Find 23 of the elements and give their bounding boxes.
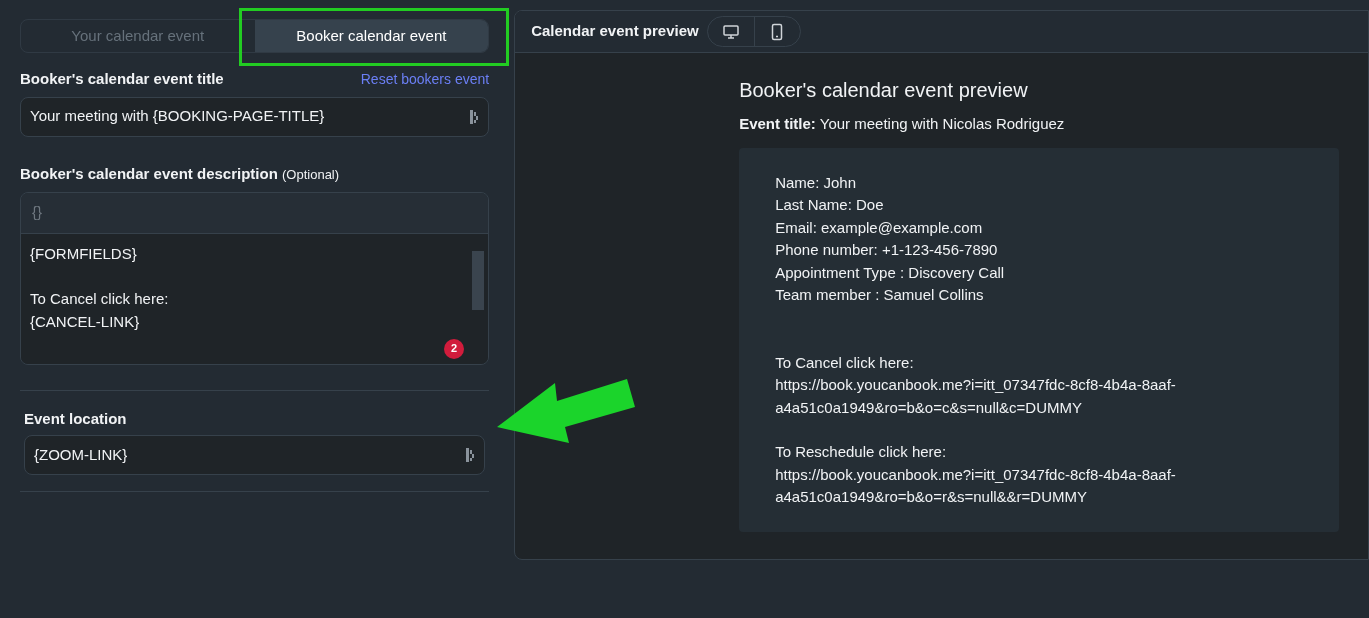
panel-title: Calendar event preview [531, 21, 699, 42]
grip-icon [469, 108, 480, 125]
text-paragraph: To Cancel click here: {CANCEL-LINK} [30, 288, 170, 332]
grip-icon [465, 447, 476, 463]
title-input[interactable]: Your meeting with {BOOKING-PAGE-TITLE} [20, 96, 490, 137]
reset-link[interactable]: Reset bookers event [360, 68, 490, 90]
input-value: {ZOOM-LINK} [34, 444, 128, 465]
error-badge: 2 [444, 338, 465, 359]
event-title-text: Event title: Your meeting with Nicolas Rodriguez [739, 114, 1066, 134]
field-label: Booker's calendar event description (Optional) [20, 164, 340, 182]
scrollbar[interactable] [472, 250, 485, 310]
text-paragraph: To Cancel click here: https://book.youcanbook.me?i=itt_07347fdc-8cf8-4b4a-8aaf- a4a51c0a1949&ro=b&o=c&s=null&c=DUMMY [775, 352, 1177, 418]
text-paragraph: Name: John Last Name: Doe Email: example@example.com Phone number: +1-123-456-7890 Appointment Type : Discovery Call Team member : Samuel Collins [775, 172, 1006, 305]
input-value: Your meeting with {BOOKING-PAGE-TITLE} [30, 106, 325, 127]
field-label: Event location [24, 408, 128, 429]
text-paragraph: {FORMFIELDS} [30, 243, 138, 264]
monitor-icon [721, 22, 740, 41]
description-textarea[interactable]: {FORMFIELDS} To Cancel click here: {CANCEL-LINK} 2 [21, 233, 489, 364]
field-label: Booker's calendar event title [20, 69, 224, 89]
location-input[interactable]: {ZOOM-LINK} [24, 435, 486, 475]
preview-heading: Booker's calendar event preview [739, 78, 1029, 103]
tab[interactable]: Booker calendar event [254, 20, 489, 52]
text-paragraph: To Reschedule click here: https://book.youcanbook.me?i=itt_07347fdc-8cf8-4b4a-8aaf- a4a51c0a1949&ro=b&o=r&s=null&&r=DUMMY [775, 442, 1177, 507]
